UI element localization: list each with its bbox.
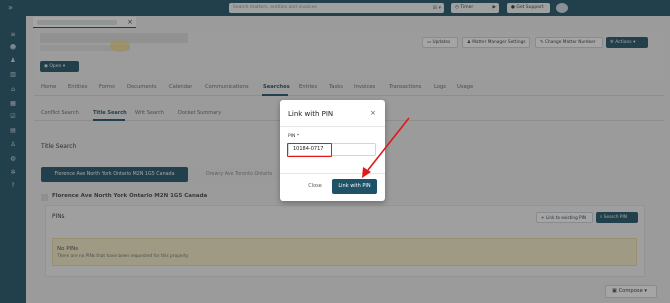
pin-field-label: PIN *: [288, 134, 300, 139]
dialog-divider: [280, 126, 385, 127]
dialog-title: Link with PIN: [288, 110, 334, 118]
dialog-footer-divider: [280, 173, 385, 174]
close-button[interactable]: Close: [302, 180, 328, 193]
annotation-highlight-box: [287, 143, 332, 157]
close-icon[interactable]: ×: [370, 109, 376, 117]
link-with-pin-button[interactable]: Link with PIN: [332, 179, 377, 194]
